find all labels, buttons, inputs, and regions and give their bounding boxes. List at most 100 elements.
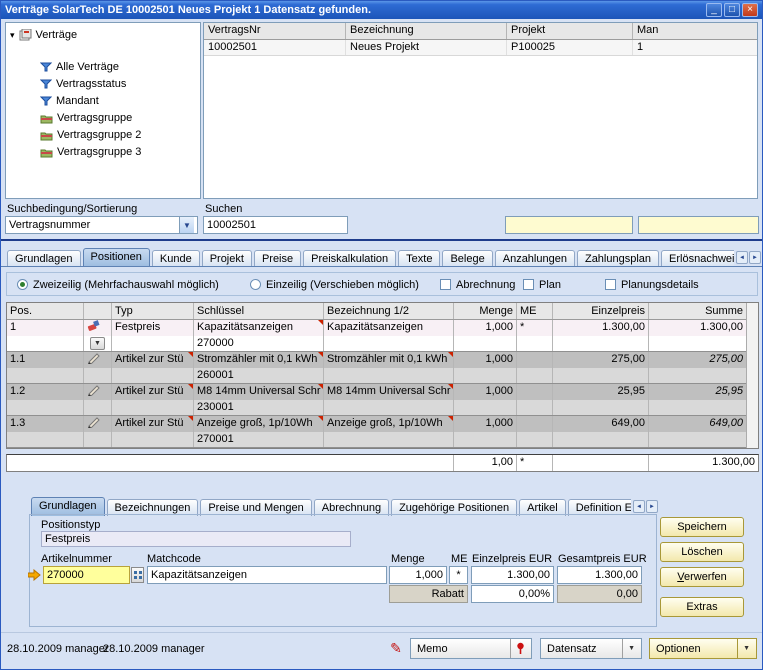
radio-zweizeilig-label[interactable]: Zweizeilig (Mehrfachauswahl möglich) [33, 279, 219, 291]
tree-item-alle-vertraege[interactable]: Alle Verträge [40, 59, 119, 75]
column-header[interactable]: Summe [649, 303, 746, 319]
radio-einzeilig-label[interactable]: Einzeilig (Verschieben möglich) [266, 279, 419, 291]
rabatt-pct-field[interactable]: 0,00% [471, 585, 554, 603]
position-row-1-line2[interactable]: ▼ 270000 [7, 336, 758, 352]
tree-item-mandant[interactable]: Mandant [40, 93, 99, 109]
tree-item-label[interactable]: Alle Verträge [56, 61, 119, 73]
article-number[interactable]: 230001 [194, 400, 324, 415]
extras-button[interactable]: Extras [660, 597, 744, 617]
checkbox-abrechnung[interactable] [440, 279, 451, 290]
article-number[interactable]: 270000 [194, 336, 324, 351]
article-lookup-icon[interactable] [131, 567, 144, 583]
save-button[interactable]: Speichern [660, 517, 744, 537]
position-row-1-1-line2[interactable]: 260001 [7, 368, 758, 384]
positionstyp-field[interactable]: Festpreis [41, 531, 351, 547]
search-input[interactable]: 10002501 [203, 216, 348, 234]
table-row[interactable]: 10002501 Neues Projekt P100025 1 [204, 40, 757, 56]
tree-root-label[interactable]: Verträge [36, 29, 78, 41]
sort-select[interactable]: Vertragsnummer ▼ [5, 216, 198, 234]
me-field[interactable]: * [449, 566, 468, 584]
position-row-1-2[interactable]: 1.2 Artikel zur Stü M8 14mm Universal Sc… [7, 384, 758, 400]
search-extra-field-2[interactable] [638, 216, 759, 234]
tab-preise[interactable]: Preise [253, 250, 302, 267]
radio-einzeilig[interactable] [250, 279, 261, 290]
position-row-1[interactable]: 1 Festpreis Kapazitätsanzeigen Kapazität… [7, 320, 758, 336]
column-header[interactable]: Bezeichnung 1/2 [324, 303, 454, 319]
tab-projekt[interactable]: Projekt [201, 250, 252, 267]
tree-item-vertragsgruppe-2[interactable]: Vertragsgruppe 2 [40, 127, 141, 143]
maximize-button[interactable]: □ [724, 3, 740, 17]
tab-anzahlungen[interactable]: Anzahlungen [494, 250, 575, 267]
checkbox-planungsdetails[interactable] [605, 279, 616, 290]
column-header-icon[interactable] [84, 303, 112, 319]
tab-zahlungsplan[interactable]: Zahlungsplan [576, 250, 660, 267]
discard-button[interactable]: Verwerfen [660, 567, 744, 587]
tree-expand-icon[interactable]: ▾ [10, 30, 15, 41]
matchcode-field[interactable]: Kapazitätsanzeigen [147, 566, 387, 584]
close-button[interactable]: × [742, 3, 758, 17]
tab-belege[interactable]: Belege [442, 250, 493, 267]
column-header[interactable]: ME [517, 303, 553, 319]
radio-zweizeilig[interactable] [17, 279, 28, 290]
title-bar[interactable]: Verträge SolarTech DE 10002501 Neues Pro… [1, 1, 762, 19]
minimize-button[interactable]: _ [706, 3, 722, 17]
chevron-down-icon[interactable]: ▼ [737, 639, 750, 658]
column-header[interactable]: Bezeichnung [346, 23, 507, 39]
datensatz-button[interactable]: Datensatz ▼ [540, 638, 642, 659]
tree-item-vertragsgruppe-3[interactable]: Vertragsgruppe 3 [40, 144, 141, 160]
cell-vertragsnr[interactable]: 10002501 [204, 40, 346, 55]
tree-item-label[interactable]: Vertragsgruppe [57, 112, 132, 124]
tab-scroll-right-icon[interactable]: ► [749, 251, 761, 264]
column-header[interactable]: Pos. [7, 303, 84, 319]
memo-button[interactable]: Memo [410, 638, 532, 659]
position-row-1-1[interactable]: 1.1 Artikel zur Stü Stromzähler mit 0,1 … [7, 352, 758, 368]
tree-item-vertragsstatus[interactable]: Vertragsstatus [40, 76, 126, 92]
column-header[interactable]: Projekt [507, 23, 633, 39]
tab-preiskalkulation[interactable]: Preiskalkulation [303, 250, 397, 267]
tab-scroll-right-icon[interactable]: ► [646, 500, 658, 513]
table-scrollbar[interactable] [746, 303, 758, 448]
menge-field[interactable]: 1,000 [389, 566, 447, 584]
einzelpreis-field[interactable]: 1.300,00 [471, 566, 554, 584]
chevron-down-icon[interactable]: ▼ [179, 217, 194, 233]
tree-item-label[interactable]: Vertragsgruppe 3 [57, 146, 141, 158]
checkbox-planungsdetails-label[interactable]: Planungsdetails [621, 279, 699, 291]
artikelnummer-field[interactable]: 270000 [43, 566, 130, 584]
tree-item-vertragsgruppe[interactable]: Vertragsgruppe [40, 110, 132, 126]
tab-scroll-left-icon[interactable]: ◄ [633, 500, 645, 513]
tab-grundlagen[interactable]: Grundlagen [7, 250, 81, 267]
tab-positionen[interactable]: Positionen [82, 248, 150, 267]
search-extra-field-1[interactable] [505, 216, 633, 234]
tree-item-label[interactable]: Vertragsgruppe 2 [57, 129, 141, 141]
cell-bezeichnung[interactable]: Neues Projekt [346, 40, 507, 55]
tree-item-label[interactable]: Vertragsstatus [56, 78, 126, 90]
article-number[interactable]: 260001 [194, 368, 324, 383]
tree-item-label[interactable]: Mandant [56, 95, 99, 107]
position-row-1-3[interactable]: 1.3 Artikel zur Stü Anzeige groß, 1p/10W… [7, 416, 758, 432]
tab-erloesnachweis[interactable]: Erlösnachweis [661, 250, 734, 267]
signature-icon[interactable]: ✎ [385, 638, 407, 659]
checkbox-abrechnung-label[interactable]: Abrechnung [456, 279, 515, 291]
tree-root[interactable]: ▾ Verträge [10, 27, 77, 43]
position-row-1-2-line2[interactable]: 230001 [7, 400, 758, 416]
column-header[interactable]: Schlüssel [194, 303, 324, 319]
chevron-down-icon[interactable]: ▼ [622, 639, 635, 658]
article-number[interactable]: 270001 [194, 432, 324, 447]
gesamtpreis-field[interactable]: 1.300,00 [557, 566, 642, 584]
checkbox-plan[interactable] [523, 279, 534, 290]
tab-scroll-left-icon[interactable]: ◄ [736, 251, 748, 264]
cell-man[interactable]: 1 [633, 40, 757, 55]
tab-kunde[interactable]: Kunde [151, 250, 200, 267]
position-row-1-3-line2[interactable]: 270001 [7, 432, 758, 448]
column-header[interactable]: Einzelpreis [553, 303, 649, 319]
column-header[interactable]: Man [633, 23, 757, 39]
column-header[interactable]: VertragsNr [204, 23, 346, 39]
tab-texte[interactable]: Texte [398, 250, 441, 267]
delete-button[interactable]: Löschen [660, 542, 744, 562]
row-dropdown-icon[interactable]: ▼ [90, 337, 105, 350]
column-header[interactable]: Menge [454, 303, 517, 319]
optionen-button[interactable]: Optionen ▼ [649, 638, 757, 659]
column-header[interactable]: Typ [112, 303, 194, 319]
checkbox-plan-label[interactable]: Plan [539, 279, 561, 291]
cell-projekt[interactable]: P100025 [507, 40, 633, 55]
